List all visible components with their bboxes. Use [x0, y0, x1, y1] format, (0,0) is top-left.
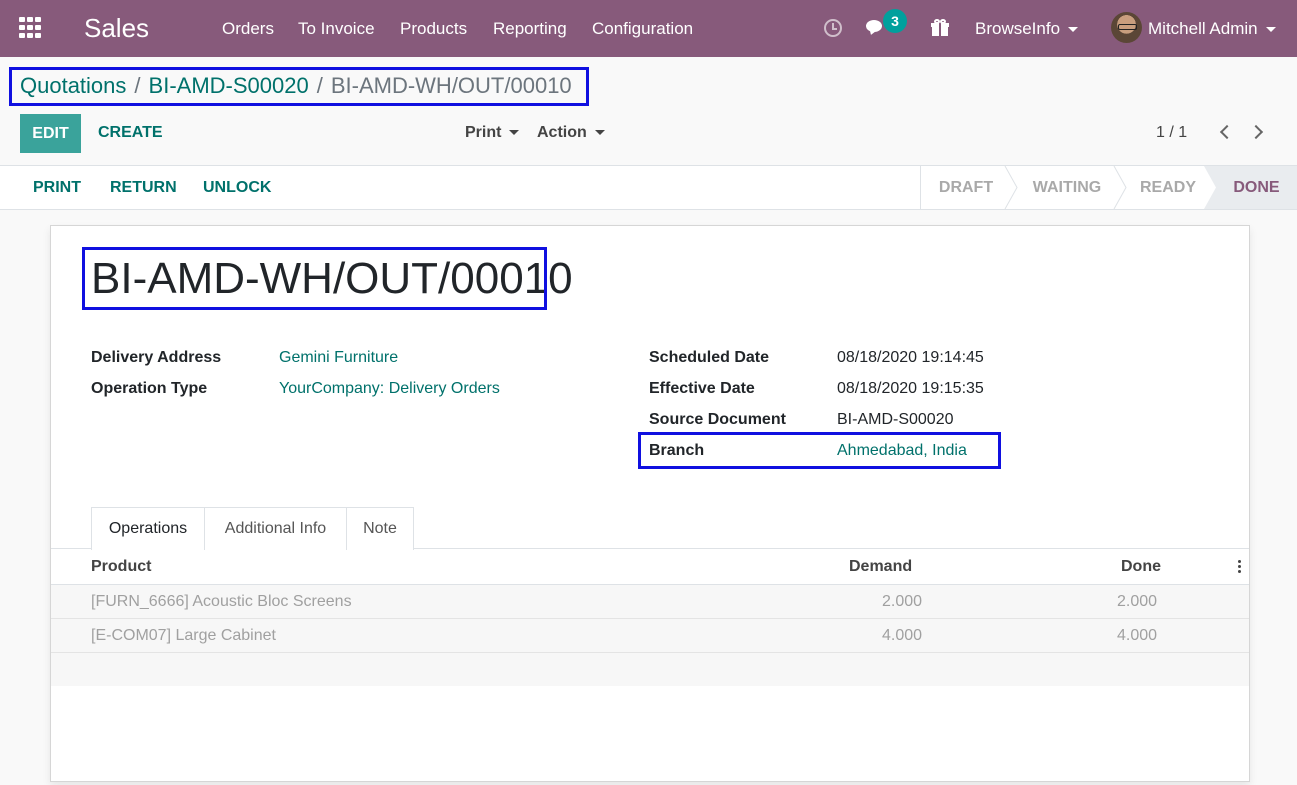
row-done: 4.000	[1117, 627, 1158, 644]
branch-label: Branch	[649, 442, 705, 459]
scheduled-date-label: Scheduled Date	[649, 349, 770, 366]
company-switcher[interactable]: BrowseInfo	[975, 19, 1079, 39]
print-dropdown-label: Print	[465, 124, 502, 141]
stage-ready[interactable]: READY	[1126, 166, 1210, 209]
gift-icon[interactable]	[931, 19, 949, 36]
create-button[interactable]: CREATE	[98, 124, 163, 142]
record-title: BI-AMD-WH/OUT/00010	[91, 254, 573, 303]
breadcrumb-quotations[interactable]: Quotations	[20, 73, 126, 98]
row-demand: 2.000	[882, 593, 923, 610]
source-document-value: BI-AMD-S00020	[837, 411, 954, 428]
table-row[interactable]: [FURN_6666] Acoustic Bloc Screens 2.000 …	[51, 585, 1249, 619]
breadcrumb-separator: /	[134, 73, 141, 98]
delivery-address-label: Delivery Address	[91, 349, 222, 366]
table-row[interactable]: [E-COM07] Large Cabinet 4.000 4.000	[51, 619, 1249, 653]
menu-configuration[interactable]: Configuration	[592, 19, 693, 39]
status-bar: PRINT RETURN UNLOCK DRAFT WAITING DONE R…	[0, 165, 1297, 210]
row-done: 2.000	[1117, 593, 1158, 610]
branch-value[interactable]: Ahmedabad, India	[837, 442, 967, 460]
print-button[interactable]: PRINT	[33, 179, 81, 197]
tab-additional-info[interactable]: Additional Info	[204, 507, 347, 550]
user-name: Mitchell Admin	[1148, 19, 1258, 38]
return-button[interactable]: RETURN	[110, 179, 177, 197]
operation-type-label: Operation Type	[91, 380, 208, 397]
breadcrumb: Quotations / BI-AMD-S00020 / BI-AMD-WH/OUT/0…	[20, 73, 572, 99]
column-done[interactable]: Done	[1121, 558, 1161, 576]
app-name[interactable]: Sales	[84, 13, 149, 44]
caret-down-icon	[594, 130, 605, 136]
user-avatar[interactable]	[1111, 12, 1142, 43]
effective-date-label: Effective Date	[649, 380, 755, 397]
delivery-address-value[interactable]: Gemini Furniture	[279, 349, 398, 367]
caret-down-icon	[509, 130, 520, 136]
breadcrumb-separator: /	[316, 73, 323, 98]
pager-value[interactable]: 1 / 1	[1156, 124, 1187, 142]
empty-table-row	[51, 653, 1249, 686]
form-sheet: BI-AMD-WH/OUT/00010 Delivery Address Gem…	[50, 225, 1250, 782]
notebook-tabs: Operations Additional Info Note	[51, 507, 1249, 550]
row-demand: 4.000	[882, 627, 923, 644]
column-product[interactable]: Product	[91, 558, 151, 576]
breadcrumb-sale-order[interactable]: BI-AMD-S00020	[149, 73, 309, 98]
action-dropdown[interactable]: Action	[537, 124, 605, 142]
pager-previous-icon[interactable]	[1219, 124, 1235, 140]
menu-products[interactable]: Products	[400, 19, 467, 39]
menu-orders[interactable]: Orders	[222, 19, 274, 39]
print-dropdown[interactable]: Print	[465, 124, 520, 142]
scheduled-date-value: 08/18/2020 19:14:45	[837, 349, 984, 366]
source-document-label: Source Document	[649, 411, 786, 428]
top-navbar: Sales Orders To Invoice Products Reporti…	[0, 0, 1297, 57]
unlock-button[interactable]: UNLOCK	[203, 179, 271, 197]
activity-clock-icon[interactable]	[824, 19, 842, 37]
action-dropdown-label: Action	[537, 124, 587, 141]
stage-done[interactable]: DONE	[1216, 166, 1297, 209]
row-product: [E-COM07] Large Cabinet	[91, 627, 276, 644]
caret-down-icon	[1068, 27, 1079, 33]
tab-operations[interactable]: Operations	[91, 507, 205, 550]
menu-reporting[interactable]: Reporting	[493, 19, 567, 39]
user-menu[interactable]: Mitchell Admin	[1148, 19, 1276, 39]
caret-down-icon	[1265, 27, 1276, 33]
tab-note[interactable]: Note	[346, 507, 414, 550]
table-header: Product Demand Done	[51, 549, 1249, 585]
menu-to-invoice[interactable]: To Invoice	[298, 19, 375, 39]
pager-next-icon[interactable]	[1248, 124, 1264, 140]
company-name: BrowseInfo	[975, 19, 1061, 38]
breadcrumb-current: BI-AMD-WH/OUT/00010	[330, 73, 572, 98]
row-product: [FURN_6666] Acoustic Bloc Screens	[91, 593, 352, 610]
effective-date-value: 08/18/2020 19:15:35	[837, 380, 984, 397]
stage-waiting[interactable]: WAITING	[1018, 166, 1116, 209]
column-demand[interactable]: Demand	[849, 558, 912, 576]
operation-type-value[interactable]: YourCompany: Delivery Orders	[279, 380, 500, 398]
optional-columns-kebab-icon[interactable]	[1238, 560, 1241, 574]
edit-button[interactable]: EDIT	[20, 114, 81, 153]
stage-draft[interactable]: DRAFT	[921, 166, 1011, 209]
apps-grid-icon[interactable]	[19, 17, 43, 39]
messages-count-badge: 3	[883, 9, 907, 33]
